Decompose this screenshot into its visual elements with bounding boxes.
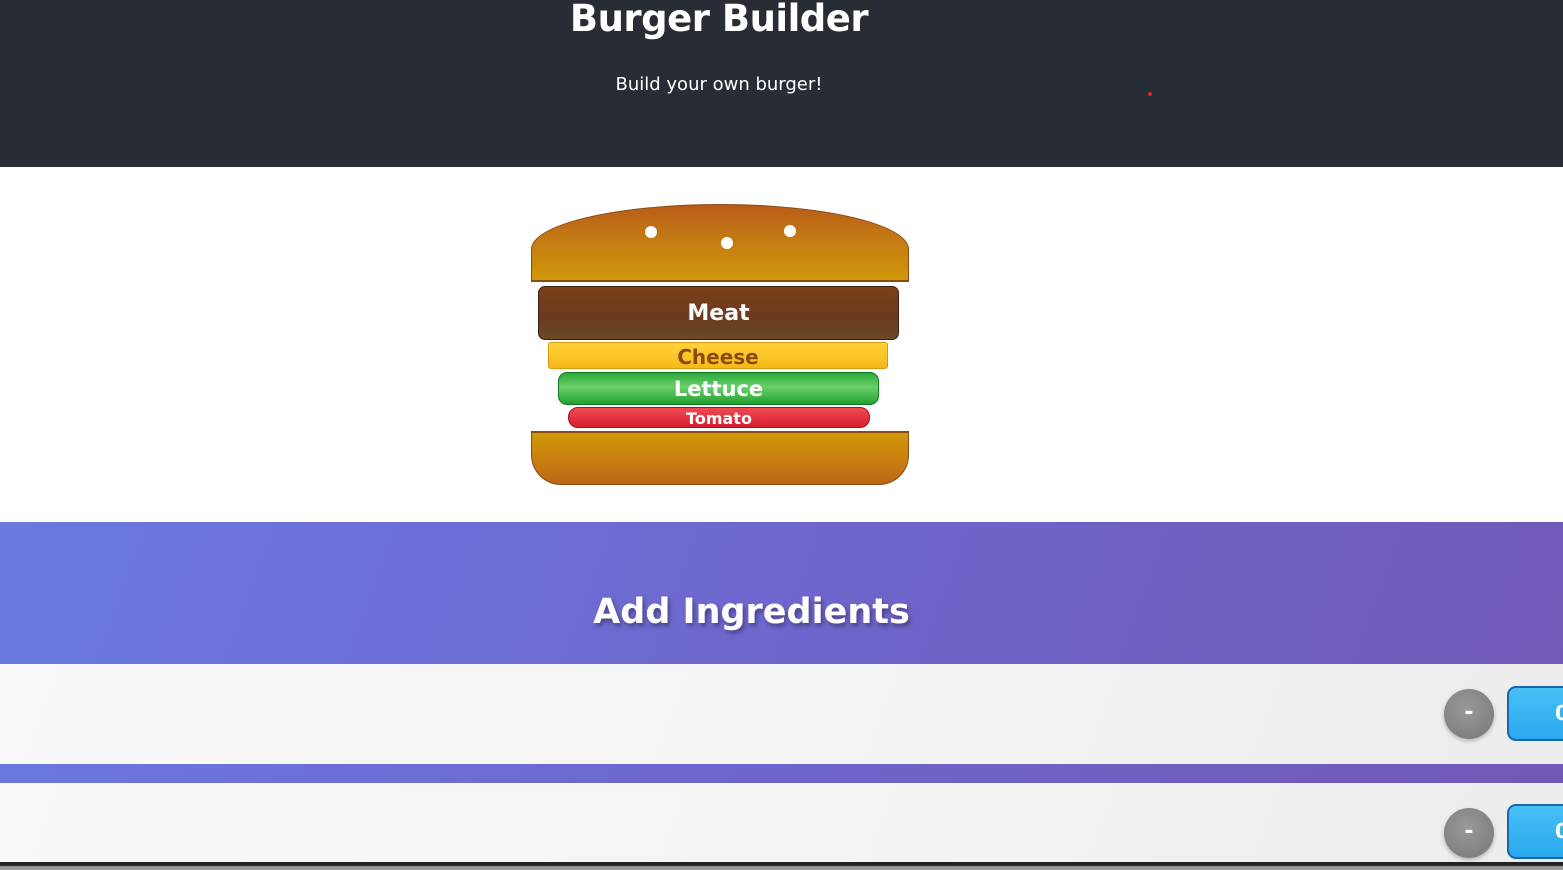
burger-preview: Meat Cheese Lettuce Tomato xyxy=(0,167,1563,522)
ingredient-count-button[interactable]: 0 xyxy=(1507,804,1563,859)
window-bottom-edge xyxy=(0,862,1563,870)
page-subtitle: Build your own burger! xyxy=(615,74,823,95)
lettuce-layer: Lettuce xyxy=(558,372,879,405)
sesame-seed xyxy=(784,225,796,237)
red-dot-decoration xyxy=(1148,92,1152,96)
sesame-seed xyxy=(721,237,733,249)
cheese-layer: Cheese xyxy=(548,342,888,369)
ingredient-row: - 0 xyxy=(0,664,1563,764)
page-title: Burger Builder xyxy=(569,0,869,40)
bun-top xyxy=(531,204,909,282)
ingredient-controls: Add Ingredients - 0 - 0 xyxy=(0,522,1563,870)
controls-title: Add Ingredients xyxy=(593,592,910,632)
page: Burger Builder Build your own burger! Me… xyxy=(0,0,1563,870)
remove-ingredient-button[interactable]: - xyxy=(1444,689,1494,739)
tomato-layer: Tomato xyxy=(568,407,870,428)
bun-bottom xyxy=(531,431,909,485)
meat-layer: Meat xyxy=(538,286,899,340)
ingredient-row: - 0 xyxy=(0,783,1563,863)
sesame-seed xyxy=(645,226,657,238)
ingredient-count-button[interactable]: 0 xyxy=(1507,686,1563,741)
remove-ingredient-button[interactable]: - xyxy=(1444,808,1494,858)
app-header: Burger Builder Build your own burger! xyxy=(0,0,1563,167)
